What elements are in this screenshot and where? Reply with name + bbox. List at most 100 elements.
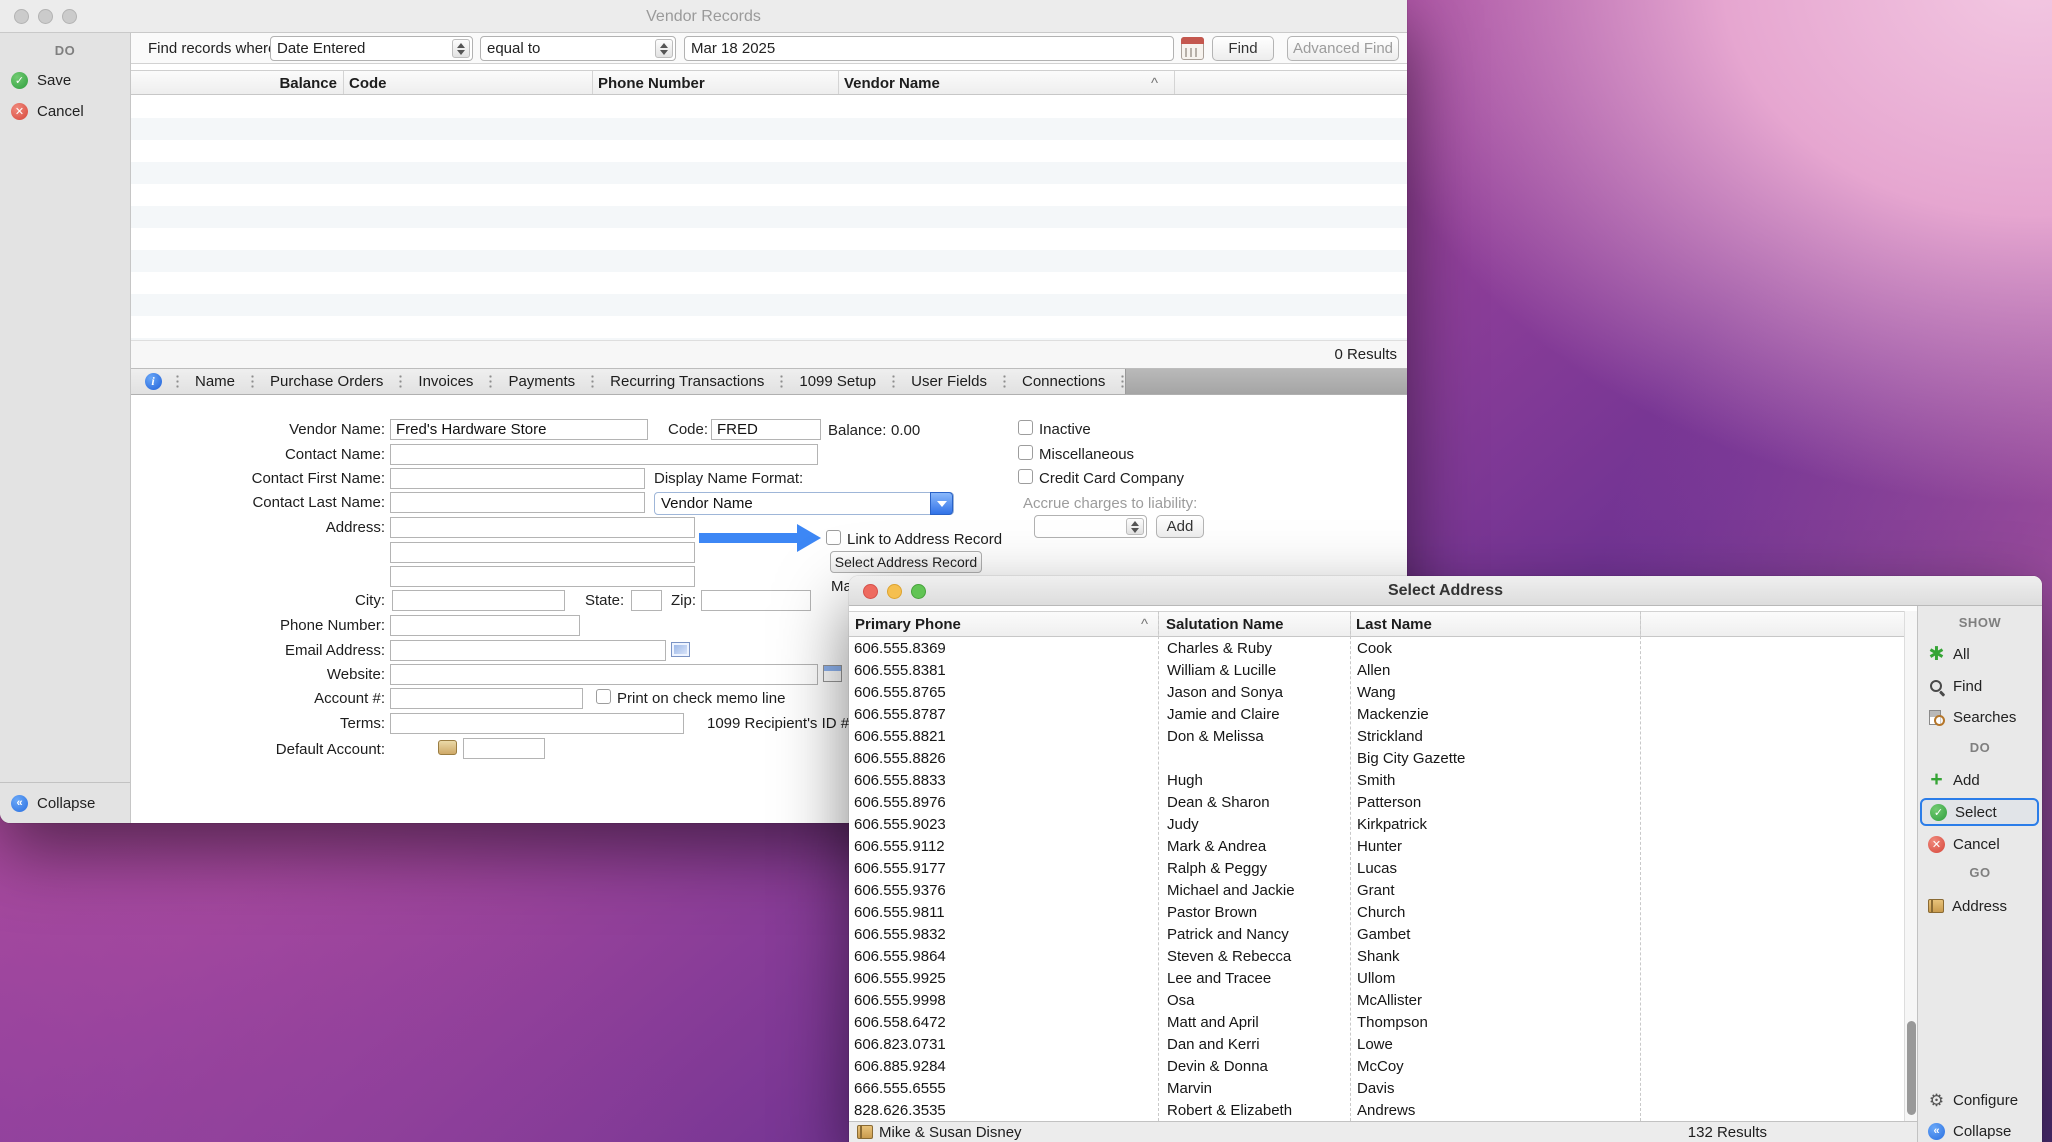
sidebar-divider (0, 782, 130, 783)
cell-primary-phone: 606.555.8821 (849, 728, 1162, 745)
column-header-balance[interactable]: Balance (131, 75, 337, 92)
column-header-code[interactable]: Code (349, 75, 387, 92)
address-row[interactable]: 606.555.9023 Judy Kirkpatrick (849, 813, 1917, 835)
scrollbar-thumb[interactable] (1907, 1021, 1916, 1115)
address-row[interactable]: 606.555.8765 Jason and Sonya Wang (849, 681, 1917, 703)
cell-primary-phone: 606.558.6472 (849, 1014, 1162, 1031)
find-operator-dropdown[interactable]: equal to (480, 36, 676, 61)
address-row[interactable]: 606.555.9112 Mark & Andrea Hunter (849, 835, 1917, 857)
column-header-vendor-name[interactable]: Vendor Name (844, 75, 940, 92)
find-field-dropdown[interactable]: Date Entered (270, 36, 473, 61)
vertical-scrollbar[interactable] (1904, 611, 1917, 1121)
dropdown-stepper-icon (452, 39, 470, 58)
tab[interactable]: 1099 Setup (784, 369, 891, 394)
select-window-titlebar[interactable]: Select Address (849, 576, 2042, 606)
address-row[interactable]: 606.555.9376 Michael and Jackie Grant (849, 879, 1917, 901)
configure-button[interactable]: ⚙ Configure (1928, 1088, 2018, 1112)
address-row[interactable]: 606.823.0731 Dan and Kerri Lowe (849, 1033, 1917, 1055)
miscellaneous-checkbox[interactable] (1018, 445, 1033, 460)
info-tab[interactable]: i (131, 369, 175, 394)
website-icon[interactable] (823, 665, 842, 682)
cell-primary-phone: 606.823.0731 (849, 1036, 1162, 1053)
contact-last-name-field[interactable] (390, 492, 645, 513)
column-header-primary-phone[interactable]: Primary Phone (855, 616, 961, 633)
tab[interactable]: Name (180, 369, 250, 394)
date-picker-icon[interactable] (1181, 37, 1204, 60)
accrue-add-button[interactable]: Add (1156, 515, 1204, 538)
address-row[interactable]: 606.555.9864 Steven & Rebecca Shank (849, 945, 1917, 967)
address-row[interactable]: 606.555.8369 Charles & Ruby Cook (849, 637, 1917, 659)
address-row[interactable]: 606.555.9811 Pastor Brown Church (849, 901, 1917, 923)
column-header-salutation-name[interactable]: Salutation Name (1166, 616, 1284, 633)
tab[interactable]: Connections (1007, 369, 1120, 394)
contact-first-name-field[interactable] (390, 468, 645, 489)
code-field[interactable] (711, 419, 821, 440)
credit-card-company-checkbox[interactable] (1018, 469, 1033, 484)
address-row[interactable]: 606.555.8976 Dean & Sharon Patterson (849, 791, 1917, 813)
searches-button[interactable]: Searches (1928, 705, 2016, 729)
city-field[interactable] (392, 590, 565, 611)
show-all-button[interactable]: ✱ All (1928, 642, 1970, 666)
zip-field[interactable] (701, 590, 811, 611)
vendor-name-field[interactable] (390, 419, 648, 440)
address-row[interactable]: 606.885.9284 Devin & Donna McCoy (849, 1055, 1917, 1077)
accrue-liability-dropdown[interactable] (1034, 515, 1147, 538)
print-check-memo-checkbox[interactable] (596, 689, 611, 704)
desktop-wallpaper: Vendor Records DO ✓ Save ✕ Cancel « Coll… (0, 0, 2052, 1142)
address-row[interactable]: 606.555.8833 Hugh Smith (849, 769, 1917, 791)
find-button[interactable]: Find (1928, 674, 1982, 698)
address-row[interactable]: 828.626.3535 Robert & Elizabeth Andrews (849, 1099, 1917, 1121)
address-row[interactable]: 606.555.8381 William & Lucille Allen (849, 659, 1917, 681)
address-row[interactable]: 606.555.8826 Big City Gazette (849, 747, 1917, 769)
sort-ascending-icon[interactable]: ^ (1151, 75, 1158, 92)
select-button-highlighted[interactable]: ✓ Select (1920, 798, 2039, 826)
go-address-button[interactable]: Address (1928, 894, 2007, 918)
address-row[interactable]: 606.555.9998 Osa McAllister (849, 989, 1917, 1011)
results-count: 132 Results (1688, 1124, 1767, 1141)
address-row[interactable]: 606.555.8821 Don & Melissa Strickland (849, 725, 1917, 747)
add-button[interactable]: + Add (1928, 768, 1980, 792)
cancel-button[interactable]: ✕ Cancel (0, 98, 130, 124)
address-row[interactable]: 606.555.8787 Jamie and Claire Mackenzie (849, 703, 1917, 725)
address-row[interactable]: 666.555.6555 Marvin Davis (849, 1077, 1917, 1099)
collapse-sidebar-button[interactable]: « Collapse (0, 790, 130, 816)
select-address-record-button[interactable]: Select Address Record (830, 551, 982, 573)
tab[interactable]: Invoices (403, 369, 488, 394)
advanced-find-button[interactable]: Advanced Find (1287, 36, 1399, 61)
default-account-field[interactable] (463, 738, 545, 759)
sort-ascending-icon[interactable]: ^ (1141, 616, 1148, 633)
address-line1-field[interactable] (390, 517, 695, 538)
tab[interactable]: Recurring Transactions (595, 369, 779, 394)
cancel-button[interactable]: ✕ Cancel (1928, 832, 2000, 856)
address-line2-field[interactable] (390, 542, 695, 563)
address-table-body: 606.555.8369 Charles & Ruby Cook 606.555… (849, 637, 1917, 1121)
account-number-field[interactable] (390, 688, 583, 709)
tab[interactable]: User Fields (896, 369, 1002, 394)
email-icon[interactable] (671, 642, 690, 657)
save-button[interactable]: ✓ Save (0, 67, 130, 93)
contact-name-field[interactable] (390, 444, 818, 465)
address-row[interactable]: 606.558.6472 Matt and April Thompson (849, 1011, 1917, 1033)
tab[interactable]: Purchase Orders (255, 369, 398, 394)
state-field[interactable] (631, 590, 662, 611)
tab[interactable]: Payments (493, 369, 590, 394)
email-address-field[interactable] (390, 640, 666, 661)
cell-primary-phone: 606.555.9811 (849, 904, 1162, 921)
vendor-window-titlebar[interactable]: Vendor Records (0, 0, 1407, 33)
find-value-input[interactable] (684, 36, 1174, 61)
inactive-checkbox[interactable] (1018, 420, 1033, 435)
address-line3-field[interactable] (390, 566, 695, 587)
terms-field[interactable] (390, 713, 684, 734)
column-header-last-name[interactable]: Last Name (1356, 616, 1432, 633)
address-row[interactable]: 606.555.9925 Lee and Tracee Ullom (849, 967, 1917, 989)
find-button[interactable]: Find (1212, 36, 1274, 61)
collapse-sidebar-button[interactable]: « Collapse (1928, 1119, 2011, 1142)
display-name-format-dropdown[interactable]: Vendor Name (654, 492, 954, 515)
website-field[interactable] (390, 664, 818, 685)
address-row[interactable]: 606.555.9177 Ralph & Peggy Lucas (849, 857, 1917, 879)
column-header-phone-number[interactable]: Phone Number (598, 75, 705, 92)
default-account-picker-icon[interactable] (438, 740, 457, 755)
link-to-address-checkbox[interactable] (826, 530, 841, 545)
address-row[interactable]: 606.555.9832 Patrick and Nancy Gambet (849, 923, 1917, 945)
phone-number-field[interactable] (390, 615, 580, 636)
